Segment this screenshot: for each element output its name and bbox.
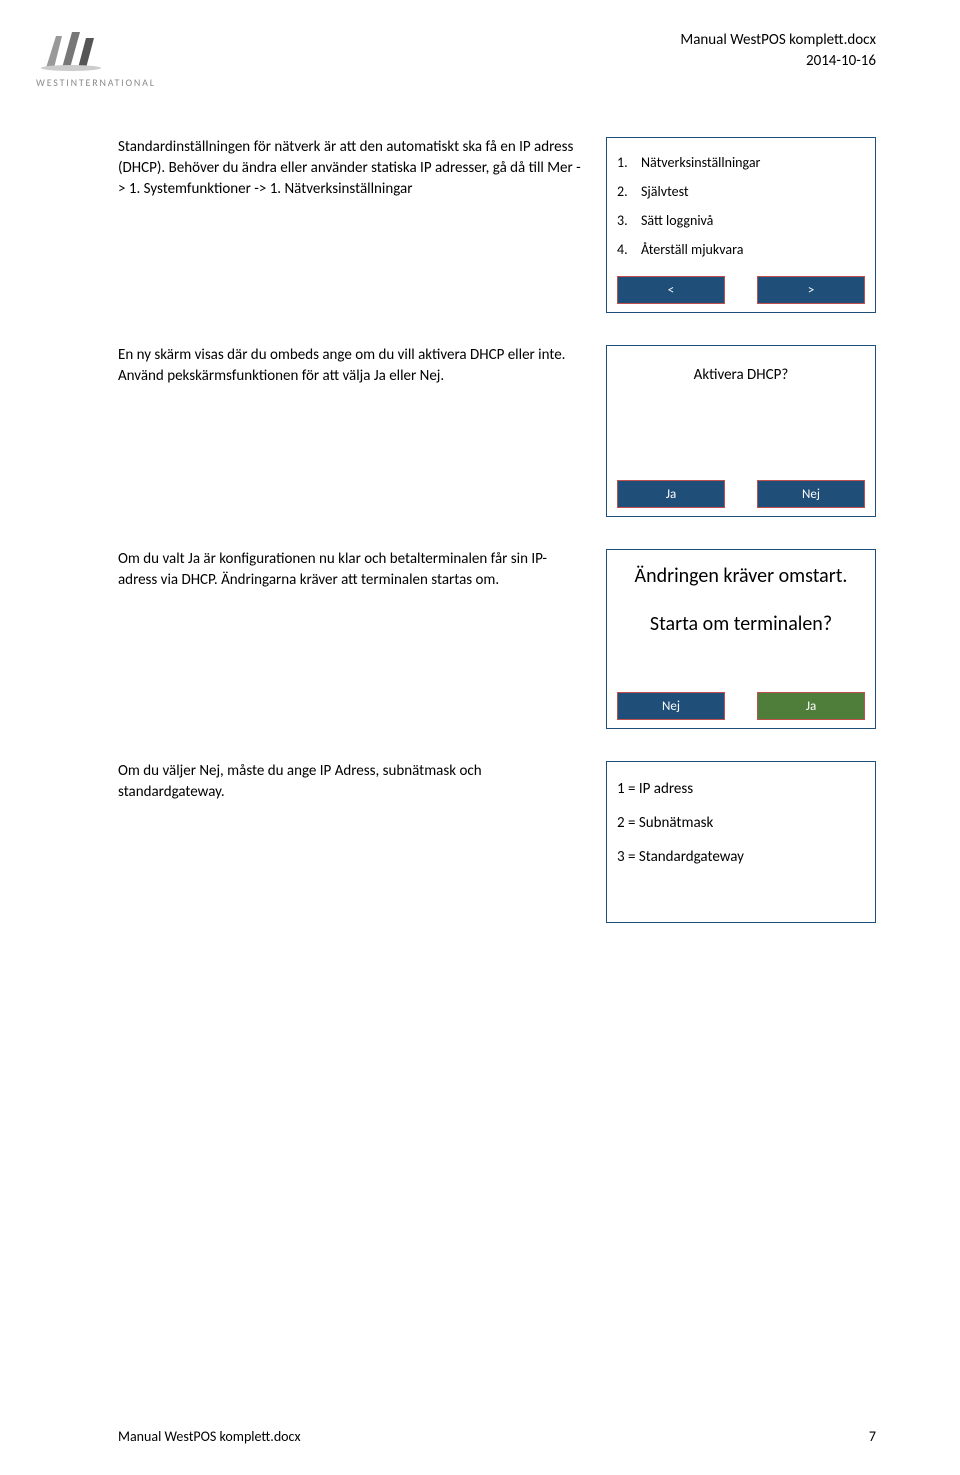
restart-line1: Ändringen kräver omstart. <box>617 560 865 592</box>
next-button[interactable]: > <box>757 276 865 304</box>
doc-title: Manual WestPOS komplett.docx <box>680 30 876 51</box>
screen-menu: 1.Nätverksinställningar 2.Självtest 3.Sä… <box>606 137 876 313</box>
section-4-text: Om du väljer Nej, måste du ange IP Adres… <box>118 761 582 803</box>
section-1: Standardinställningen för nätverk är att… <box>118 137 876 313</box>
logo-text: WESTINTERNATIONAL <box>36 76 156 89</box>
menu-item-3[interactable]: 3.Sätt loggnivå <box>617 206 865 235</box>
menu-list: 1.Nätverksinställningar 2.Självtest 3.Sä… <box>617 148 865 264</box>
menu-item-4[interactable]: 4.Återställ mjukvara <box>617 235 865 264</box>
ip-option-1[interactable]: 1 = IP adress <box>617 772 865 806</box>
menu-item-1[interactable]: 1.Nätverksinställningar <box>617 148 865 177</box>
logo-icon <box>36 28 106 74</box>
ip-option-3[interactable]: 3 = Standardgateway <box>617 840 865 874</box>
footer-left: Manual WestPOS komplett.docx <box>118 1428 301 1445</box>
screen-restart: Ändringen kräver omstart. Starta om term… <box>606 549 876 729</box>
screen-ip-options: 1 = IP adress 2 = Subnätmask 3 = Standar… <box>606 761 876 923</box>
menu-item-2[interactable]: 2.Självtest <box>617 177 865 206</box>
yes-button[interactable]: Ja <box>617 480 725 508</box>
restart-line2: Starta om terminalen? <box>617 608 865 640</box>
dhcp-prompt: Aktivera DHCP? <box>617 356 865 388</box>
restart-no-button[interactable]: Nej <box>617 692 725 720</box>
header-right: Manual WestPOS komplett.docx 2014-10-16 <box>680 30 876 72</box>
no-button[interactable]: Nej <box>757 480 865 508</box>
doc-date: 2014-10-16 <box>680 51 876 72</box>
logo: WESTINTERNATIONAL <box>36 28 156 89</box>
page-footer: Manual WestPOS komplett.docx 7 <box>118 1428 876 1445</box>
page-header: WESTINTERNATIONAL Manual WestPOS komplet… <box>0 0 960 97</box>
prev-button[interactable]: < <box>617 276 725 304</box>
section-3: Om du valt Ja är konfigurationen nu klar… <box>118 549 876 729</box>
section-1-text: Standardinställningen för nätverk är att… <box>118 137 582 200</box>
ip-option-2[interactable]: 2 = Subnätmask <box>617 806 865 840</box>
section-2-text: En ny skärm visas där du ombeds ange om … <box>118 345 582 387</box>
section-3-text: Om du valt Ja är konfigurationen nu klar… <box>118 549 582 591</box>
footer-page-number: 7 <box>869 1428 876 1445</box>
screen-dhcp: Aktivera DHCP? Ja Nej <box>606 345 876 517</box>
section-4: Om du väljer Nej, måste du ange IP Adres… <box>118 761 876 923</box>
ip-options-list: 1 = IP adress 2 = Subnätmask 3 = Standar… <box>617 772 865 874</box>
section-2: En ny skärm visas där du ombeds ange om … <box>118 345 876 517</box>
restart-yes-button[interactable]: Ja <box>757 692 865 720</box>
